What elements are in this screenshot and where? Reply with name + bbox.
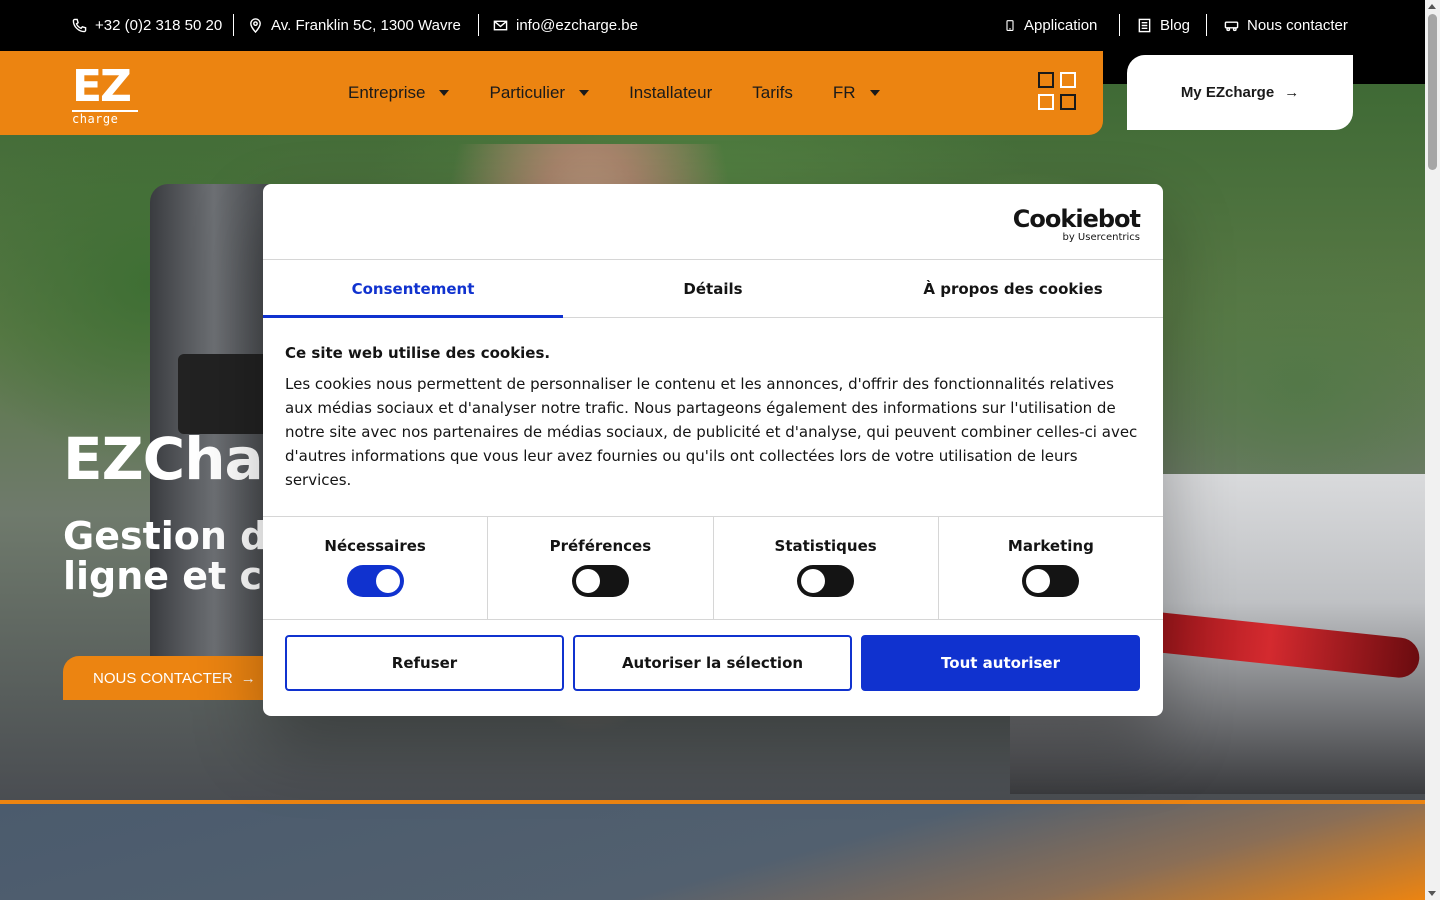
allow-all-button[interactable]: Tout autoriser <box>861 635 1140 691</box>
nav-particulier[interactable]: Particulier <box>489 83 590 103</box>
main-header: EZ charge Entreprise Particulier Install… <box>0 51 1103 135</box>
address-link[interactable]: Av. Franklin 5C, 1300 Wavre <box>248 0 461 51</box>
nav-installateur-label: Installateur <box>629 83 713 102</box>
caret-down-icon <box>439 90 450 96</box>
contact-link[interactable]: Nous contacter <box>1224 0 1348 51</box>
cookiebot-brand: Cookiebot <box>1012 205 1141 233</box>
nav-particulier-label: Particulier <box>489 83 566 102</box>
toggle-marketing[interactable] <box>1022 565 1080 597</box>
toggle-preferences[interactable] <box>571 565 629 597</box>
nav-tarifs[interactable]: Tarifs <box>752 83 793 103</box>
main-nav: Entreprise Particulier Installateur Tari… <box>348 51 920 135</box>
phone-link[interactable]: +32 (0)2 318 50 20 <box>72 0 222 51</box>
nav-tarifs-label: Tarifs <box>752 83 793 102</box>
scroll-up-arrow-icon[interactable] <box>1428 4 1436 9</box>
cookie-consent-dialog: Cookiebot by Usercentrics Consentement D… <box>263 184 1163 716</box>
logo-main: EZ <box>72 61 132 112</box>
phone-icon <box>72 18 87 33</box>
next-section <box>0 804 1425 900</box>
arrow-right-icon: → <box>240 669 256 687</box>
blog-label: Blog <box>1160 17 1191 34</box>
arrow-right-icon: → <box>1284 84 1300 101</box>
truck-icon <box>1224 21 1239 32</box>
email-text: info@ezcharge.be <box>516 17 638 34</box>
category-necessaires: Nécessaires <box>263 517 489 619</box>
category-preferences: Préférences <box>488 517 714 619</box>
allow-selection-button[interactable]: Autoriser la sélection <box>573 635 852 691</box>
hero-contact-button[interactable]: NOUS CONTACTER → <box>63 656 283 700</box>
topbar-divider <box>1206 14 1207 36</box>
page-scrollbar[interactable] <box>1425 0 1440 900</box>
blog-link[interactable]: Blog <box>1137 0 1190 51</box>
tab-about-cookies[interactable]: À propos des cookies <box>863 260 1163 317</box>
caret-down-icon <box>579 90 590 96</box>
language-label: FR <box>832 83 856 102</box>
apps-grid-icon[interactable] <box>1038 72 1078 112</box>
scroll-thumb[interactable] <box>1428 14 1437 170</box>
topbar-divider <box>1119 14 1120 36</box>
application-link[interactable]: Application <box>1004 0 1097 51</box>
mail-icon <box>493 20 508 31</box>
nav-entreprise-label: Entreprise <box>348 83 426 102</box>
cookie-categories: Nécessaires Préférences Statistiques Mar… <box>263 516 1163 620</box>
ezcharge-logo[interactable]: EZ charge <box>72 65 140 127</box>
language-selector[interactable]: FR <box>833 83 880 103</box>
tab-details[interactable]: Détails <box>563 260 863 317</box>
cookiebot-brand-sub: by Usercentrics <box>1062 232 1140 243</box>
phone-text: +32 (0)2 318 50 20 <box>95 17 223 34</box>
logo-sub: charge <box>72 110 138 125</box>
category-marketing: Marketing <box>939 517 1163 619</box>
nav-entreprise[interactable]: Entreprise <box>348 83 450 103</box>
toggle-necessaires[interactable] <box>346 565 404 597</box>
category-label: Préférences <box>549 537 652 555</box>
caret-down-icon <box>869 90 880 96</box>
cookie-tabs: Consentement Détails À propos des cookie… <box>263 259 1163 318</box>
contact-label: Nous contacter <box>1247 17 1348 34</box>
hero-contact-label: NOUS CONTACTER <box>93 669 233 687</box>
category-label: Marketing <box>1007 537 1094 555</box>
smartphone-icon <box>1006 20 1014 31</box>
category-label: Nécessaires <box>324 537 426 555</box>
category-statistiques: Statistiques <box>714 517 939 619</box>
toggle-statistiques[interactable] <box>797 565 855 597</box>
topbar-divider <box>478 14 479 36</box>
category-label: Statistiques <box>774 537 877 555</box>
application-label: Application <box>1024 17 1098 34</box>
top-contact-bar: +32 (0)2 318 50 20 Av. Franklin 5C, 1300… <box>0 0 1425 51</box>
cookie-title: Ce site web utilise des cookies. <box>285 344 551 362</box>
topbar-divider <box>233 14 234 36</box>
scroll-down-arrow-icon[interactable] <box>1428 891 1436 896</box>
document-icon <box>1138 18 1151 33</box>
my-ezcharge-button[interactable]: My EZcharge → <box>1127 55 1353 130</box>
my-ezcharge-label: My EZcharge <box>1180 84 1275 101</box>
nav-installateur[interactable]: Installateur <box>629 83 712 103</box>
cookiebot-logo: Cookiebot by Usercentrics <box>1012 205 1141 243</box>
location-pin-icon <box>250 18 261 33</box>
refuse-button[interactable]: Refuser <box>285 635 564 691</box>
cookie-actions: Refuser Autoriser la sélection Tout auto… <box>285 635 1140 691</box>
address-text: Av. Franklin 5C, 1300 Wavre <box>271 17 461 34</box>
cookie-description: Les cookies nous permettent de personnal… <box>285 375 1138 489</box>
email-link[interactable]: info@ezcharge.be <box>493 0 638 51</box>
tab-consentement[interactable]: Consentement <box>263 260 563 318</box>
